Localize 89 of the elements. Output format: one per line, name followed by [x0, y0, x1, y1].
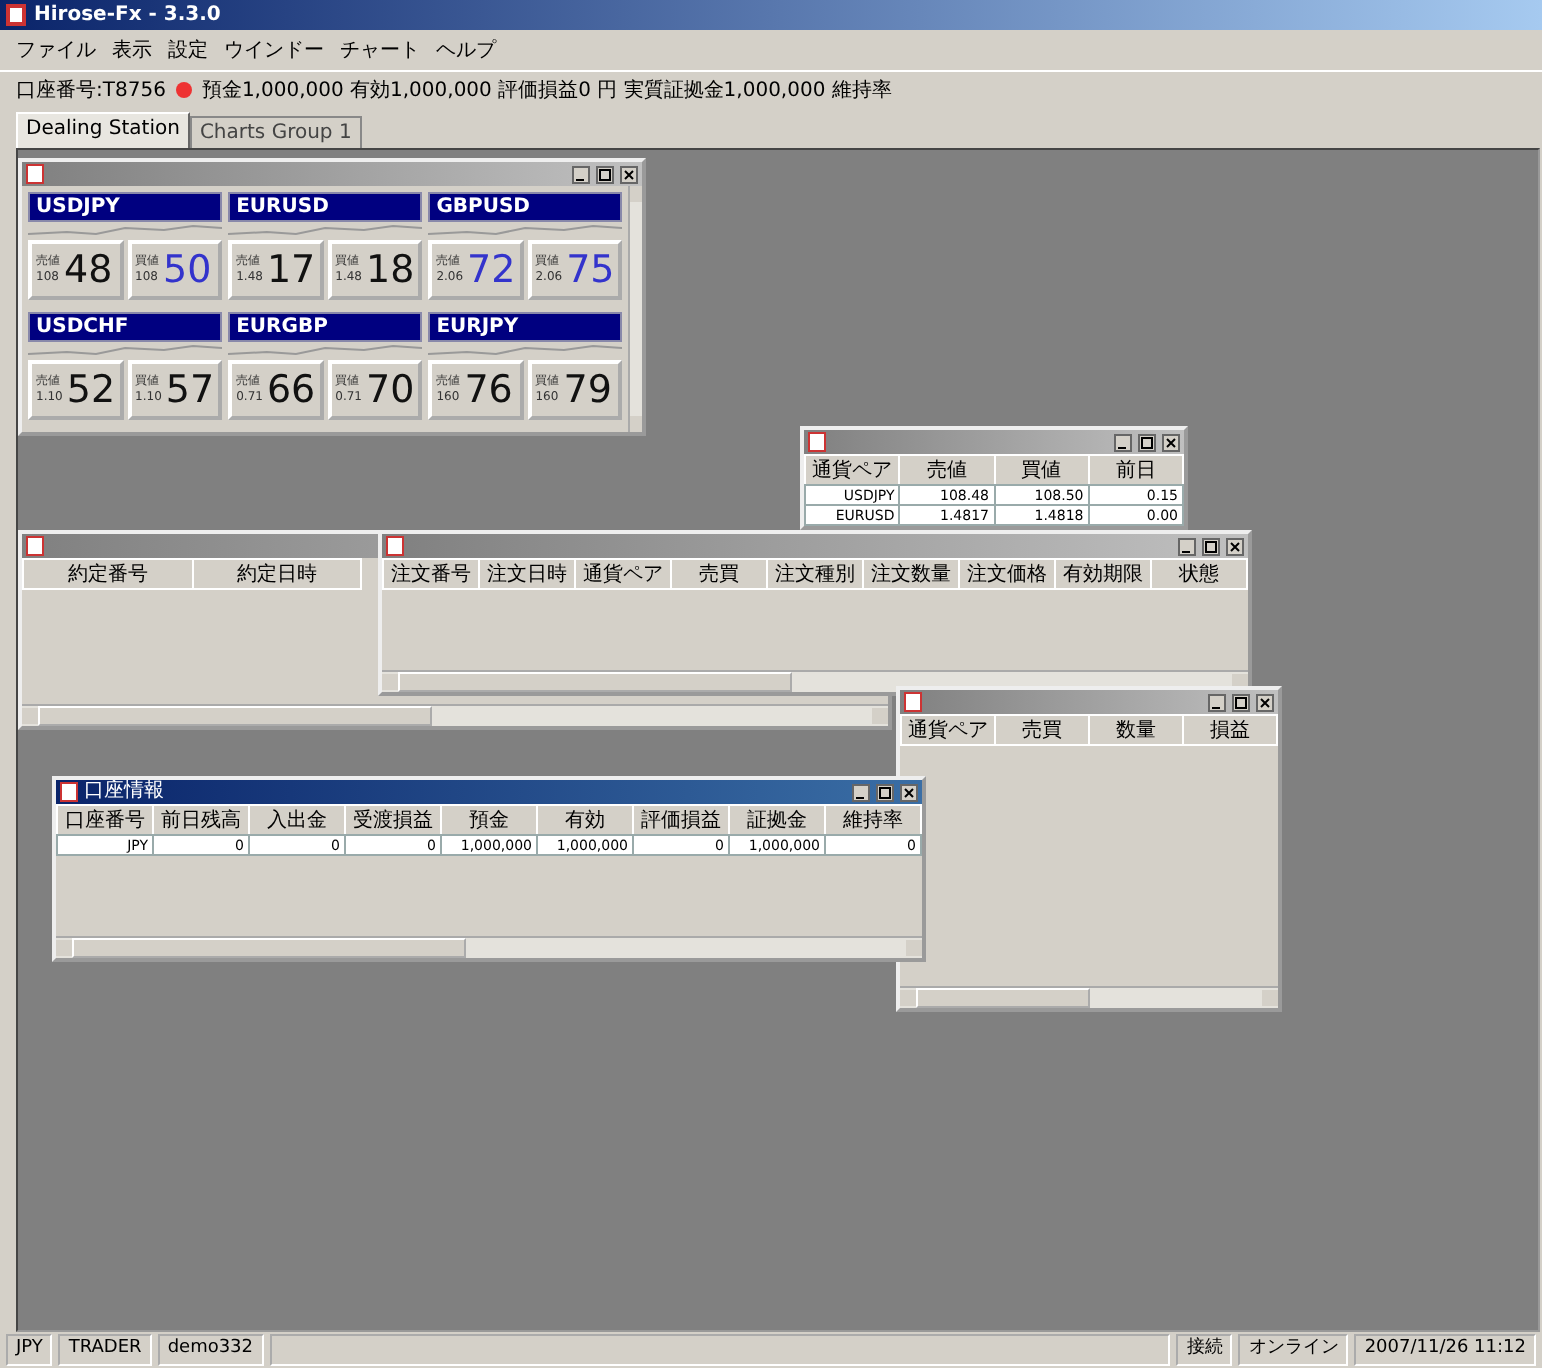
minimize-icon[interactable] — [852, 783, 870, 801]
status-text: demo332 — [157, 1334, 264, 1366]
minimize-icon[interactable] — [1114, 433, 1132, 451]
column-header[interactable]: 通貨ペア — [805, 455, 900, 485]
status-text: 2007/11/26 11:12 — [1354, 1334, 1536, 1366]
column-header[interactable]: 注文種別 — [767, 559, 863, 589]
currency-pair-label: USDJPY — [28, 192, 223, 222]
menu-item[interactable]: 設定 — [168, 36, 208, 64]
column-header[interactable]: 注文価格 — [959, 559, 1055, 589]
column-header[interactable]: 通貨ペア — [575, 559, 671, 589]
column-header[interactable]: 預金 — [441, 805, 537, 835]
status-text: TRADER — [58, 1334, 152, 1366]
horizontal-scrollbar[interactable] — [22, 704, 888, 726]
app-icon — [26, 164, 44, 184]
column-header[interactable]: 約定番号 — [23, 559, 192, 589]
app-icon — [904, 692, 922, 712]
column-header[interactable]: 証拠金 — [729, 805, 825, 835]
app-icon — [6, 4, 26, 26]
menu-item[interactable]: 表示 — [112, 36, 152, 64]
vertical-scrollbar[interactable] — [628, 186, 642, 432]
column-header[interactable]: 入出金 — [249, 805, 345, 835]
column-header[interactable]: 有効 — [537, 805, 633, 835]
column-header[interactable]: 売値 — [899, 455, 994, 485]
maximize-icon[interactable] — [1232, 693, 1250, 711]
column-header[interactable]: 通貨ペア — [901, 715, 995, 745]
menu-item[interactable]: ファイル — [16, 36, 96, 64]
price-digits: 79 — [563, 368, 612, 412]
price-digits: 70 — [366, 368, 415, 412]
minimize-icon[interactable] — [1178, 537, 1196, 555]
price-digits: 72 — [467, 248, 516, 292]
minimize-icon[interactable] — [1208, 693, 1226, 711]
close-icon[interactable] — [620, 165, 638, 183]
horizontal-scrollbar[interactable] — [56, 936, 922, 958]
menu-item[interactable]: ヘルプ — [436, 36, 496, 64]
maximize-icon[interactable] — [876, 783, 894, 801]
column-header[interactable]: 注文日時 — [479, 559, 575, 589]
column-header[interactable]: 売買 — [671, 559, 767, 589]
column-header[interactable]: 買値 — [994, 455, 1089, 485]
column-header[interactable]: 評価損益 — [633, 805, 729, 835]
status-text: オンライン — [1238, 1334, 1349, 1366]
status-text: 接続 — [1176, 1334, 1233, 1366]
column-header[interactable]: 約定日時 — [192, 559, 361, 589]
price-digits: 66 — [266, 368, 316, 412]
account-number: 口座番号:T8756 — [16, 77, 166, 104]
tab[interactable]: Charts Group 1 — [189, 116, 362, 148]
close-icon[interactable] — [1162, 433, 1180, 451]
price-digits: 52 — [66, 368, 116, 412]
status-text: JPY — [6, 1334, 53, 1366]
column-header[interactable]: 売買 — [995, 715, 1089, 745]
price-digits: 57 — [165, 368, 215, 412]
column-header[interactable]: 数量 — [1089, 715, 1183, 745]
maximize-icon[interactable] — [596, 165, 614, 183]
column-header[interactable]: 維持率 — [825, 805, 921, 835]
app-icon — [386, 536, 404, 556]
column-header[interactable]: 状態 — [1151, 559, 1247, 589]
horizontal-scrollbar[interactable] — [900, 986, 1278, 1008]
column-header[interactable]: 前日残高 — [153, 805, 249, 835]
price-digits: 75 — [566, 248, 615, 292]
menu-item[interactable]: チャート — [340, 36, 420, 64]
close-icon[interactable] — [900, 783, 918, 801]
column-header[interactable]: 有効期限 — [1055, 559, 1151, 589]
currency-pair-label: EURGBP — [228, 312, 423, 342]
price-digits: 50 — [163, 248, 212, 292]
menu-item[interactable]: ウインドー — [224, 36, 324, 64]
price-digits: 48 — [64, 248, 113, 292]
app-icon — [808, 432, 826, 452]
price-digits: 18 — [366, 248, 415, 292]
currency-pair-label: EURUSD — [228, 192, 423, 222]
close-icon[interactable] — [1226, 537, 1244, 555]
account-summary: 預金1,000,000 有効1,000,000 評価損益0 円 実質証拠金1,000,000 維持率 — [201, 77, 892, 104]
close-icon[interactable] — [1256, 693, 1274, 711]
column-header[interactable]: 注文数量 — [863, 559, 959, 589]
column-header[interactable]: 注文番号 — [383, 559, 479, 589]
minimize-icon[interactable] — [572, 165, 590, 183]
maximize-icon[interactable] — [1138, 433, 1156, 451]
currency-pair-label: GBPUSD — [428, 192, 623, 222]
column-header[interactable]: 損益 — [1183, 715, 1277, 745]
price-digits: 17 — [266, 248, 316, 292]
column-header[interactable]: 受渡損益 — [345, 805, 441, 835]
app-icon — [60, 782, 78, 802]
column-header[interactable]: 口座番号 — [57, 805, 153, 835]
price-digits: 76 — [464, 368, 513, 412]
tab[interactable]: Dealing Station — [16, 112, 190, 148]
maximize-icon[interactable] — [1202, 537, 1220, 555]
currency-pair-label: EURJPY — [428, 312, 623, 342]
window-title: Hirose-Fx - 3.3.0 — [34, 4, 221, 26]
currency-pair-label: USDCHF — [28, 312, 223, 342]
column-header[interactable]: 前日 — [1088, 455, 1183, 485]
app-icon — [26, 536, 44, 556]
